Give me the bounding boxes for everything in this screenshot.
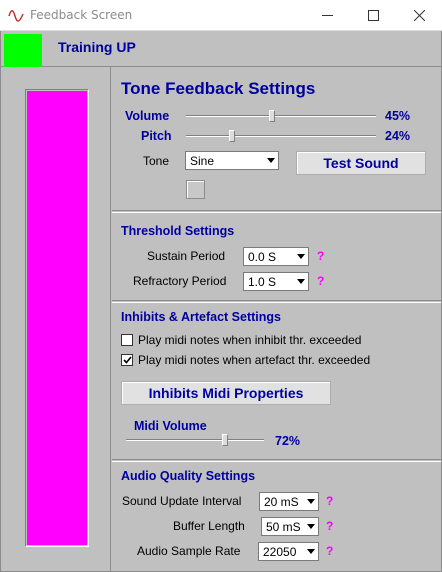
tone-label: Tone	[143, 154, 170, 168]
refractory-period-value: 1.0 S	[248, 275, 277, 289]
volume-value: 45%	[385, 109, 411, 123]
inhibits-section: Inhibits & Artefact Settings Play midi n…	[112, 302, 441, 460]
checkmark-icon	[122, 356, 132, 364]
title-bar[interactable]: Feedback Screen	[0, 0, 442, 31]
sustain-period-label: Sustain Period	[147, 249, 226, 263]
refractory-period-label: Refractory Period	[133, 274, 227, 288]
sound-update-interval-value: 20 mS	[264, 495, 299, 509]
volume-slider-thumb[interactable]	[268, 110, 275, 122]
pitch-label: Pitch	[141, 129, 172, 143]
inhibit-notes-label: Play midi notes when inhibit thr. exceed…	[138, 333, 362, 347]
inhibit-notes-option[interactable]: Play midi notes when inhibit thr. exceed…	[121, 333, 361, 347]
inhibits-section-title: Inhibits & Artefact Settings	[121, 310, 281, 324]
volume-slider-track	[186, 115, 376, 117]
header-bar: Training UP	[1, 31, 441, 67]
sample-rate-help-icon[interactable]: ?	[326, 544, 333, 558]
inhibit-notes-checkbox[interactable]	[121, 334, 133, 346]
refractory-period-arrow[interactable]	[293, 273, 308, 290]
midi-volume-slider[interactable]	[126, 433, 264, 447]
pitch-slider-thumb[interactable]	[228, 130, 235, 142]
pitch-value: 24%	[385, 129, 411, 143]
audio-sample-rate-value: 22050	[263, 545, 297, 559]
tone-select[interactable]: Sine	[185, 151, 279, 170]
level-meter-fill	[27, 91, 87, 545]
status-indicator	[4, 34, 42, 67]
pitch-slider[interactable]	[186, 129, 376, 143]
sound-update-interval-arrow[interactable]	[303, 493, 318, 510]
artefact-notes-checkbox[interactable]	[121, 354, 133, 366]
sustain-help-icon[interactable]: ?	[317, 249, 324, 263]
tone-section-title: Tone Feedback Settings	[121, 79, 316, 98]
buffer-length-arrow[interactable]	[303, 518, 318, 535]
inhibits-midi-properties-button[interactable]: Inhibits Midi Properties	[121, 381, 331, 405]
chevron-down-icon	[266, 158, 275, 163]
mode-title: Training UP	[58, 39, 136, 55]
close-icon	[413, 10, 425, 21]
chevron-down-icon	[306, 499, 315, 504]
artefact-notes-option[interactable]: Play midi notes when artefact thr. excee…	[121, 353, 370, 367]
threshold-section-title: Threshold Settings	[121, 224, 235, 238]
sustain-period-select[interactable]: 0.0 S	[243, 247, 309, 266]
sound-update-interval-select[interactable]: 20 mS	[259, 492, 319, 511]
audio-section-title: Audio Quality Settings	[121, 469, 256, 483]
level-meter	[25, 89, 89, 547]
refractory-help-icon[interactable]: ?	[317, 274, 324, 288]
artefact-notes-label: Play midi notes when artefact thr. excee…	[138, 353, 371, 367]
buffer-length-value: 50 mS	[266, 520, 301, 534]
audio-sample-rate-arrow[interactable]	[303, 543, 318, 560]
chevron-down-icon	[306, 549, 315, 554]
update-interval-help-icon[interactable]: ?	[326, 494, 333, 508]
buffer-length-label: Buffer Length	[173, 519, 245, 533]
buffer-length-select[interactable]: 50 mS	[261, 517, 319, 536]
audio-sample-rate-select[interactable]: 22050	[258, 542, 319, 561]
tone-color-button[interactable]	[186, 180, 205, 199]
level-panel	[1, 67, 111, 571]
tone-select-arrow[interactable]	[263, 152, 278, 169]
sound-update-interval-label: Sound Update Interval	[122, 494, 242, 508]
threshold-section: Threshold Settings Sustain Period 0.0 S …	[112, 212, 441, 301]
midi-volume-label: Midi Volume	[134, 419, 207, 433]
minimize-icon	[321, 15, 333, 16]
test-sound-button[interactable]: Test Sound	[296, 151, 426, 175]
chevron-down-icon	[306, 524, 315, 529]
window-title: Feedback Screen	[30, 8, 133, 22]
midi-volume-slider-track	[126, 439, 264, 441]
audio-sample-rate-label: Audio Sample Rate	[137, 544, 241, 558]
pitch-slider-track	[186, 135, 376, 137]
close-button[interactable]	[396, 0, 442, 31]
chevron-down-icon	[296, 279, 305, 284]
audio-quality-section: Audio Quality Settings Sound Update Inte…	[112, 461, 441, 571]
maximize-button[interactable]	[350, 0, 396, 31]
midi-volume-slider-thumb[interactable]	[222, 434, 229, 446]
minimize-button[interactable]	[304, 0, 350, 31]
chevron-down-icon	[296, 254, 305, 259]
sustain-period-value: 0.0 S	[248, 250, 277, 264]
volume-label: Volume	[125, 109, 170, 123]
app-wave-icon	[8, 10, 24, 22]
maximize-icon	[367, 10, 379, 21]
tone-select-value: Sine	[190, 154, 215, 168]
tone-feedback-section: Tone Feedback Settings Volume 45% Pitch …	[112, 67, 441, 211]
buffer-length-help-icon[interactable]: ?	[326, 519, 333, 533]
volume-slider[interactable]	[186, 109, 376, 123]
midi-volume-value: 72%	[275, 434, 301, 448]
sustain-period-arrow[interactable]	[293, 248, 308, 265]
refractory-period-select[interactable]: 1.0 S	[243, 272, 309, 291]
